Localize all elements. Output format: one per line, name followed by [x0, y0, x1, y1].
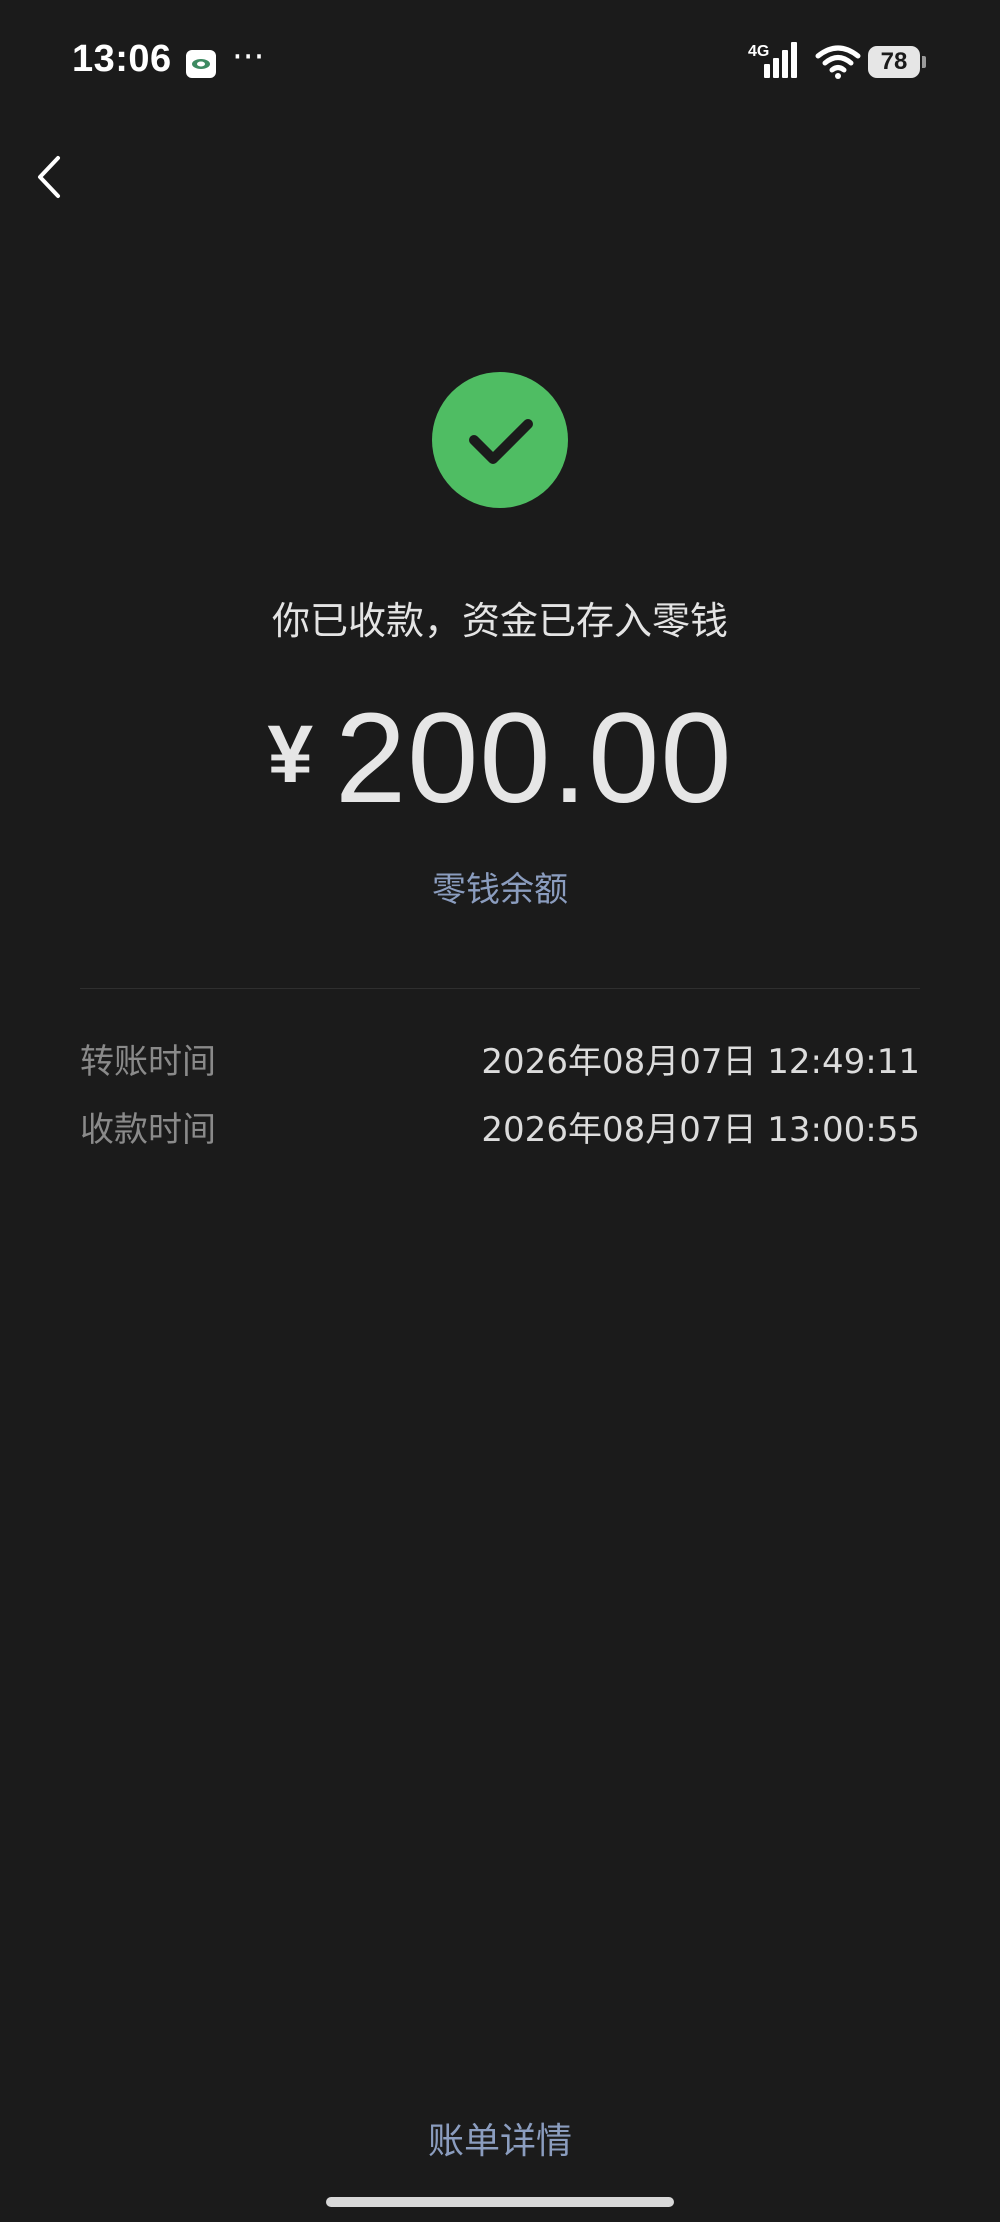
- receive-time-value: 2026年08月07日 13:00:55: [481, 1110, 920, 1150]
- transfer-time-row: 转账时间 2026年08月07日 12:49:11: [80, 1034, 920, 1084]
- home-indicator[interactable]: [326, 2197, 674, 2207]
- cellular-signal-icon: 4G: [748, 40, 802, 82]
- wifi-icon: [814, 44, 862, 80]
- network-type-label: 4G: [748, 43, 769, 60]
- battery-level: 78: [880, 48, 908, 75]
- receive-time-label: 收款时间: [80, 1110, 216, 1150]
- status-bar: 13:06 ··· 4G 78: [0, 0, 1000, 130]
- bill-details-link[interactable]: 账单详情: [0, 2112, 1000, 2164]
- more-notifications-icon: ···: [232, 37, 265, 77]
- check-circle-icon: [432, 372, 568, 508]
- app-notification-icon: [186, 50, 216, 78]
- transfer-time-value: 2026年08月07日 12:49:11: [481, 1042, 920, 1082]
- back-button[interactable]: [20, 140, 80, 215]
- transfer-time-label: 转账时间: [80, 1042, 216, 1082]
- amount-value: 200.00: [335, 687, 733, 830]
- amount-display: ¥200.00: [0, 690, 1000, 828]
- payment-received-message: 你已收款，资金已存入零钱: [271, 599, 728, 643]
- status-time: 13:06: [72, 38, 172, 80]
- chevron-left-icon: [38, 156, 60, 198]
- currency-symbol: ¥: [267, 709, 314, 800]
- balance-link[interactable]: 零钱余额: [0, 862, 1000, 911]
- battery-icon: 78: [868, 46, 926, 78]
- receive-time-row: 收款时间 2026年08月07日 13:00:55: [80, 1102, 920, 1152]
- divider: [80, 988, 920, 989]
